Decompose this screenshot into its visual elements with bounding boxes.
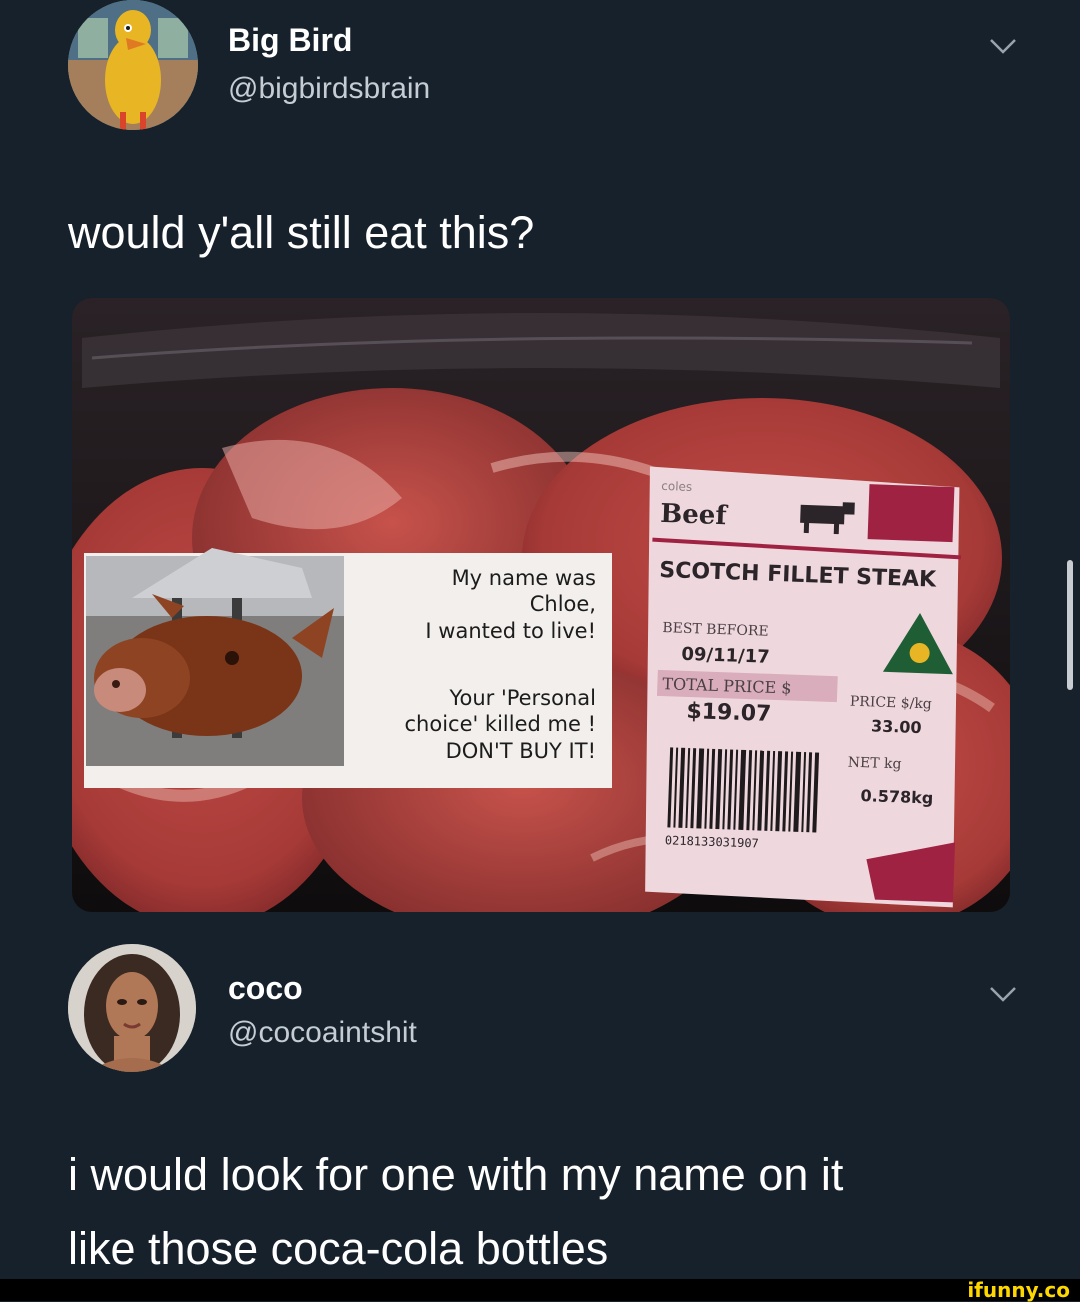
sign-line-4: Your 'Personal	[448, 686, 596, 710]
total-price-value: $19.07	[686, 699, 772, 727]
coco-avatar-image	[68, 944, 196, 1072]
ifunny-watermark: ifunny.co	[967, 1278, 1070, 1302]
cow-photo	[86, 548, 344, 766]
tweet-text-line-2: like those coca-cola bottles	[68, 1223, 609, 1274]
tweet-text-line-1: i would look for one with my name on it	[68, 1149, 844, 1200]
sign-line-1: My name was	[452, 566, 596, 590]
price-per-kg-value: 33.00	[871, 716, 922, 737]
price-per-kg-label: PRICE $/kg	[850, 694, 932, 713]
chevron-down-icon[interactable]	[988, 36, 1018, 56]
handle[interactable]: @cocoaintshit	[228, 1016, 417, 1050]
scrollbar-thumb[interactable]	[1067, 560, 1073, 690]
sign-line-5: choice' killed me !	[404, 712, 596, 736]
avatar-coco[interactable]	[68, 944, 196, 1072]
sign-line-6: DON'T BUY IT!	[446, 739, 596, 763]
chevron-down-icon[interactable]	[988, 984, 1018, 1004]
display-name[interactable]: coco	[228, 970, 303, 1007]
meat-package-photo: My name was Chloe, I wanted to live! You…	[72, 298, 1010, 912]
protest-sticker: My name was Chloe, I wanted to live! You…	[84, 548, 612, 788]
net-kg-label: NET kg	[847, 755, 901, 773]
price-label: coles Beef SCOTCH FILLET STEAK BEST BEFO…	[645, 466, 962, 908]
handle[interactable]: @bigbirdsbrain	[228, 72, 430, 106]
tweet-header-bigbird: Big Bird @bigbirdsbrain	[68, 0, 1028, 130]
tweet-header-coco: coco @cocoaintshit	[68, 944, 1028, 1072]
net-kg-value: 0.578kg	[860, 786, 933, 808]
best-before-value: 09/11/17	[681, 644, 770, 668]
display-name[interactable]: Big Bird	[228, 22, 352, 59]
tweet-media[interactable]: My name was Chloe, I wanted to live! You…	[72, 298, 1010, 912]
bigbird-avatar-image	[68, 0, 198, 130]
brand-logo: coles	[661, 479, 692, 494]
product-type: Beef	[660, 499, 729, 531]
sign-line-3: I wanted to live!	[425, 619, 596, 643]
avatar-bigbird[interactable]	[68, 0, 198, 130]
sign-line-2: Chloe,	[530, 592, 596, 616]
tweet-text: would y'all still eat this?	[68, 207, 535, 258]
footer-bar: ifunny.co	[0, 1279, 1080, 1301]
